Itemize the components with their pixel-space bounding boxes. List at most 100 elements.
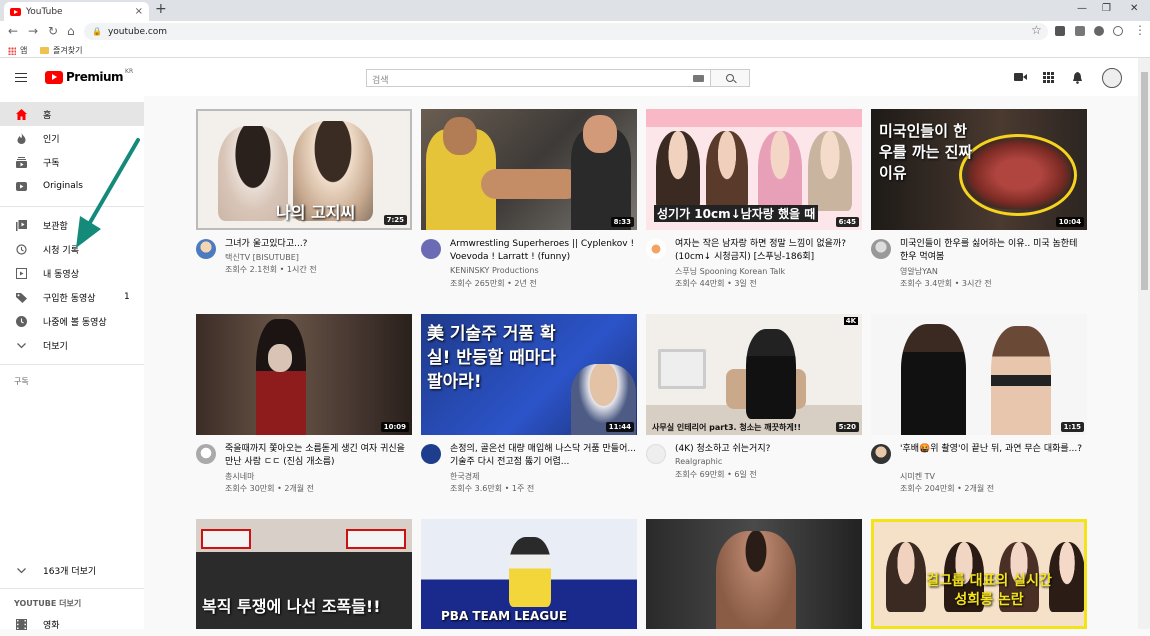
create-video-icon[interactable] bbox=[1014, 72, 1027, 82]
video-thumbnail[interactable]: 8:33 bbox=[421, 109, 637, 230]
sidebar-item-purchases[interactable]: 구입한 동영상 1 bbox=[0, 285, 144, 309]
bookmark-label: 즐겨찾기 bbox=[53, 46, 83, 55]
video-duration: 5:20 bbox=[835, 422, 859, 432]
video-card[interactable]: PBA TEAM LEAGUE bbox=[421, 519, 637, 629]
scrollbar-thumb[interactable] bbox=[1141, 72, 1148, 290]
hamburger-menu-icon[interactable] bbox=[15, 73, 27, 82]
sidebar-item-my-videos[interactable]: 내 동영상 bbox=[0, 261, 144, 285]
forward-icon[interactable]: → bbox=[28, 24, 38, 38]
channel-avatar[interactable] bbox=[196, 444, 216, 464]
video-thumbnail[interactable]: 나의 고지씨 7:25 bbox=[196, 109, 412, 230]
extension-icon[interactable] bbox=[1055, 26, 1065, 36]
bookmark-apps[interactable]: 앱 bbox=[8, 45, 27, 56]
tab-close-icon[interactable]: × bbox=[135, 6, 143, 17]
maximize-icon[interactable]: ❐ bbox=[1102, 3, 1111, 14]
profile-icon[interactable] bbox=[1113, 26, 1123, 36]
video-card[interactable]: 미국인들이 한우를 까는 진짜 이유 10:04 미국인들이 한우를 싫어하는 … bbox=[871, 109, 1087, 292]
sidebar-item-watch-later[interactable]: 나중에 볼 동영상 bbox=[0, 309, 144, 333]
channel-avatar[interactable] bbox=[421, 239, 441, 259]
video-thumbnail[interactable]: 성기가 10cm↓남자랑 했을 때 6:45 bbox=[646, 109, 862, 230]
search-input[interactable]: 검색 bbox=[366, 69, 711, 87]
video-card[interactable]: 걸그룹 대표의 실시간 성희롱 논란 bbox=[871, 519, 1087, 629]
video-card[interactable]: 美 기술주 거품 확실! 반등할 때마다 팔아라! 11:44 손정의, 골온선… bbox=[421, 314, 637, 497]
video-card[interactable]: 사무실 인테리어 part3. 청소는 깨끗하게!! 4K 5:20 (4K) … bbox=[646, 314, 862, 497]
video-card[interactable]: 1:15 '후배🤬위 촬영'이 끝난 뒤, 과연 무슨 대화를...? 시미켄 … bbox=[871, 314, 1087, 497]
browser-tabstrip: YouTube × + — ❐ ✕ bbox=[0, 0, 1150, 21]
keyboard-icon[interactable] bbox=[693, 75, 704, 82]
bookmark-star-icon[interactable]: ☆ bbox=[1031, 23, 1042, 37]
video-thumbnail[interactable]: PBA TEAM LEAGUE bbox=[421, 519, 637, 629]
extensions-puzzle-icon[interactable] bbox=[1094, 26, 1104, 36]
bookmark-favorites[interactable]: 즐겨찾기 bbox=[40, 45, 82, 56]
video-title[interactable]: 여자는 작은 남자랑 하면 정말 느낌이 없을까?(10cm↓ 시청금지) [스… bbox=[675, 238, 862, 264]
sidebar-item-label: 구입한 동영상 bbox=[43, 293, 96, 304]
thumbnail-caption: 미국인들이 한우를 까는 진짜 이유 bbox=[879, 122, 973, 182]
sidebar-item-more-subscriptions[interactable]: 163개 더보기 bbox=[0, 558, 144, 582]
channel-avatar[interactable] bbox=[871, 239, 891, 259]
close-window-icon[interactable]: ✕ bbox=[1130, 3, 1138, 14]
channel-avatar[interactable] bbox=[871, 444, 891, 464]
video-card[interactable] bbox=[646, 519, 862, 629]
home-nav-icon[interactable]: ⌂ bbox=[67, 24, 75, 38]
search-placeholder: 검색 bbox=[372, 76, 389, 86]
video-card[interactable]: 8:33 Armwrestling Superheroes || Cyplenk… bbox=[421, 109, 637, 292]
notifications-bell-icon[interactable] bbox=[1072, 72, 1083, 84]
video-thumbnail[interactable] bbox=[646, 519, 862, 629]
video-title[interactable]: '후배🤬위 촬영'이 끝난 뒤, 과연 무슨 대화를...? bbox=[900, 443, 1087, 456]
subscriptions-icon bbox=[16, 156, 27, 168]
video-thumbnail[interactable]: 사무실 인테리어 part3. 청소는 깨끗하게!! 4K 5:20 bbox=[646, 314, 862, 435]
channel-avatar[interactable] bbox=[421, 444, 441, 464]
video-card[interactable]: 성기가 10cm↓남자랑 했을 때 6:45 여자는 작은 남자랑 하면 정말 … bbox=[646, 109, 862, 292]
video-thumbnail[interactable]: 미국인들이 한우를 까는 진짜 이유 10:04 bbox=[871, 109, 1087, 230]
video-card[interactable]: 복직 투쟁에 나선 조폭들!! bbox=[196, 519, 412, 629]
video-title[interactable]: 죽을때까지 쫓아오는 소름돋게 생긴 여자 귀신을 만난 사람 ㄷㄷ (진심 개… bbox=[225, 443, 412, 469]
video-thumbnail[interactable]: 걸그룹 대표의 실시간 성희롱 논란 bbox=[871, 519, 1087, 629]
url-text: youtube.com bbox=[107, 26, 168, 37]
video-title[interactable]: Armwrestling Superheroes || Cyplenkov ! … bbox=[450, 238, 637, 264]
video-card[interactable]: 10:09 죽을때까지 쫓아오는 소름돋게 생긴 여자 귀신을 만난 사람 ㄷㄷ… bbox=[196, 314, 412, 497]
youtube-premium-logo[interactable]: Premium KR bbox=[45, 68, 133, 84]
channel-name[interactable]: 택신TV [BISUTUBE] bbox=[225, 252, 299, 263]
video-title[interactable]: 그녀가 울고있다고...? bbox=[225, 238, 412, 251]
address-bar[interactable]: 🔒 youtube.com bbox=[84, 23, 1048, 40]
thumbnail-caption: 걸그룹 대표의 실시간 성희롱 논란 bbox=[926, 573, 1052, 608]
sidebar-item-label: 인기 bbox=[43, 134, 60, 145]
video-thumbnail[interactable]: 복직 투쟁에 나선 조폭들!! bbox=[196, 519, 412, 629]
video-thumbnail[interactable]: 美 기술주 거품 확실! 반등할 때마다 팔아라! 11:44 bbox=[421, 314, 637, 435]
video-title[interactable]: 손정의, 골온선 대량 매입해 나스닥 거품 만들어... 기술주 다시 전고점… bbox=[450, 443, 637, 469]
video-title[interactable]: 미국인들이 한우를 싫어하는 이유.. 미국 놈한테 한우 먹여봄 bbox=[900, 238, 1087, 264]
channel-name[interactable]: KENiNSKY Productions bbox=[450, 266, 539, 275]
sidebar-item-home[interactable]: 홈 bbox=[0, 102, 144, 126]
new-tab-button[interactable]: + bbox=[155, 1, 167, 17]
video-thumbnail[interactable]: 1:15 bbox=[871, 314, 1087, 435]
video-thumbnail[interactable]: 10:09 bbox=[196, 314, 412, 435]
channel-name[interactable]: 영알남YAN bbox=[900, 266, 938, 277]
channel-avatar[interactable] bbox=[646, 444, 666, 464]
extension-s-icon[interactable] bbox=[1075, 26, 1085, 36]
purchases-count: 1 bbox=[124, 292, 130, 302]
channel-avatar[interactable] bbox=[196, 239, 216, 259]
channel-name[interactable]: 한국경제 bbox=[450, 471, 479, 482]
video-card[interactable]: 나의 고지씨 7:25 그녀가 울고있다고...? 택신TV [BISUTUBE… bbox=[196, 109, 412, 292]
account-avatar[interactable] bbox=[1102, 68, 1122, 88]
apps-icon[interactable] bbox=[1043, 72, 1054, 83]
video-title[interactable]: (4K) 청소하고 쉬는거지? bbox=[675, 443, 862, 456]
annotation-arrow bbox=[76, 138, 140, 248]
browser-tab-youtube[interactable]: YouTube × bbox=[4, 2, 149, 21]
4k-badge: 4K bbox=[843, 317, 858, 325]
back-icon[interactable]: ← bbox=[8, 24, 18, 38]
minimize-icon[interactable]: — bbox=[1077, 3, 1087, 14]
reload-icon[interactable]: ↻ bbox=[48, 24, 58, 38]
channel-name[interactable]: 시미켄 TV bbox=[900, 471, 935, 482]
sidebar-item-movies[interactable]: 영화 bbox=[0, 612, 144, 636]
menu-kebab-icon[interactable]: ⋮ bbox=[1134, 23, 1146, 37]
channel-name[interactable]: 스푸닝 Spooning Korean Talk bbox=[675, 266, 785, 277]
sidebar-item-show-more[interactable]: 더보기 bbox=[0, 333, 144, 357]
channel-name[interactable]: Realgraphic bbox=[675, 457, 722, 466]
channel-name[interactable]: 총시네마 bbox=[225, 471, 254, 482]
search-button[interactable] bbox=[711, 69, 750, 87]
thumbnail-caption: 성기가 10cm↓남자랑 했을 때 bbox=[654, 205, 819, 222]
sidebar-item-label: 나중에 볼 동영상 bbox=[43, 317, 107, 328]
video-duration: 10:09 bbox=[380, 422, 409, 432]
channel-avatar[interactable] bbox=[646, 239, 666, 259]
